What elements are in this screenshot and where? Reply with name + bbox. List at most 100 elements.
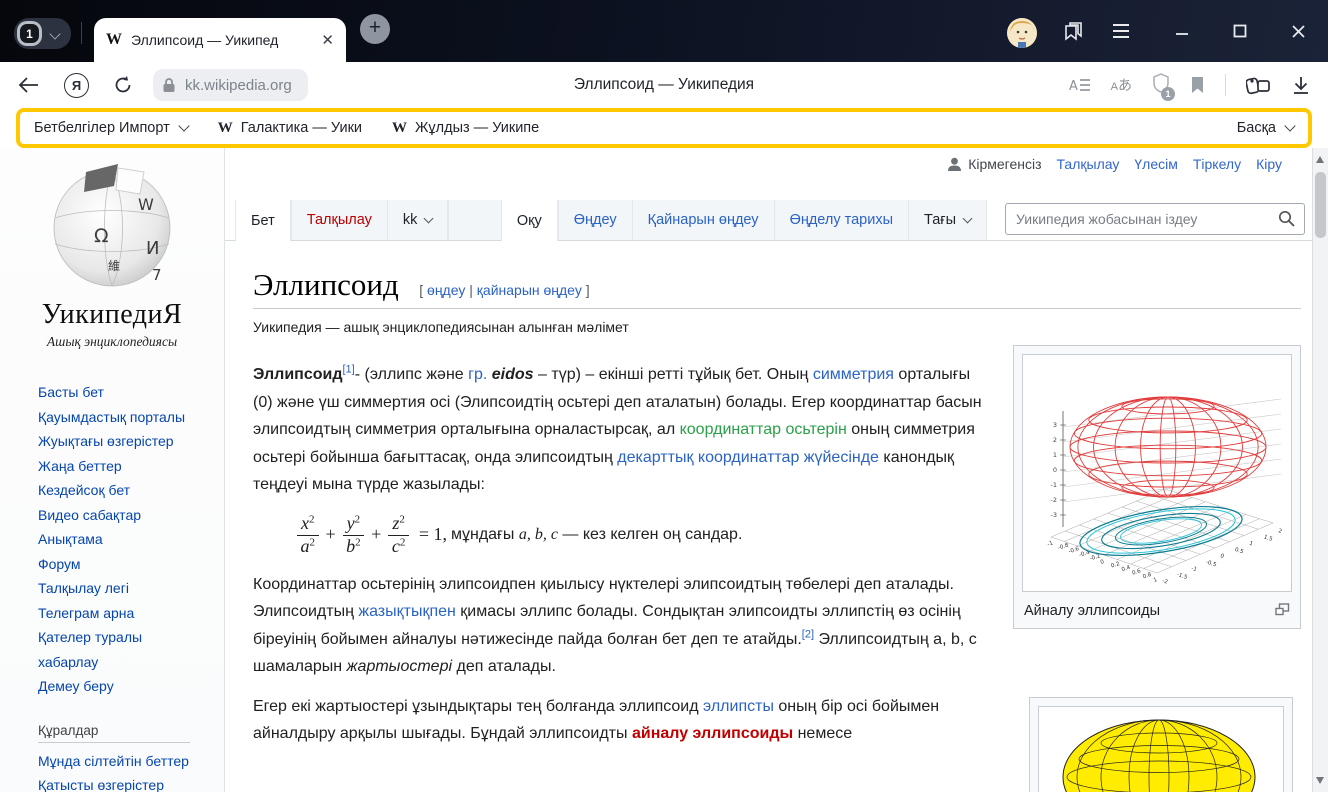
scroll-up-arrow[interactable]: [1316, 156, 1324, 163]
inline-link[interactable]: симметрия: [813, 366, 894, 383]
tab-close-icon[interactable]: ✕: [321, 33, 334, 48]
tab-edit[interactable]: Өңдеу: [558, 200, 632, 240]
inline-link[interactable]: эллипсты: [703, 698, 774, 715]
wikipedia-logo[interactable]: WΩИ維7 УикипедиЯ Ашық энциклопедиясы: [27, 160, 197, 350]
page-title: Эллипсоид — Уикипедия: [380, 76, 948, 94]
bookmark-item[interactable]: W Галактика — Уики: [218, 120, 362, 137]
tab-language-selector[interactable]: kk: [387, 200, 449, 240]
text-segment: мұндағы: [451, 526, 519, 543]
svg-text:0.4: 0.4: [1121, 565, 1132, 574]
tab-label: Тағы: [924, 212, 956, 228]
sidebar-link[interactable]: Форум: [38, 552, 200, 577]
inline-link[interactable]: [2]: [802, 628, 814, 640]
reload-button[interactable]: [113, 75, 133, 95]
username-display[interactable]: Кірмегенсіз: [947, 156, 1041, 172]
bookmarks-import-label: Бетбелгілер Импорт: [34, 120, 170, 136]
menu-icon[interactable]: [1111, 23, 1131, 39]
personal-link-talk[interactable]: Талқылау: [1057, 156, 1120, 172]
math-exp: 2: [355, 536, 361, 548]
translate-icon[interactable]: Aあ: [1111, 75, 1132, 95]
sidebar-link[interactable]: Басты бет: [38, 380, 200, 405]
reader-mode-icon[interactable]: A: [1069, 77, 1091, 94]
back-button[interactable]: [18, 77, 40, 93]
personal-link-contribs[interactable]: Үлесім: [1134, 156, 1177, 172]
sidebar-link[interactable]: Жаңа беттер: [38, 454, 200, 479]
browser-toolbar: Я kk.wikipedia.org Эллипсоид — Уикипедия…: [0, 62, 1328, 108]
tab-history[interactable]: Өңделу тарихы: [774, 200, 908, 240]
sidebar-tool-link[interactable]: Қатысты өзгерістер: [38, 773, 200, 792]
sidebar-link[interactable]: Қауымдастық порталы: [38, 405, 200, 430]
math-exp: 2: [400, 536, 406, 548]
ellipsoid-3d-plot: 3210-1-2-3-1-0.8-0.6-0.4-0.200.20.40.60.…: [1023, 355, 1291, 591]
protect-shield-icon[interactable]: 1: [1152, 73, 1170, 98]
tab-count-badge: 1: [20, 24, 39, 43]
chevron-down-icon: [49, 28, 60, 39]
tab-edit-source[interactable]: Қайнарын өңдеу: [632, 200, 774, 240]
inline-link[interactable]: [1]: [342, 364, 354, 376]
divider: [1225, 74, 1226, 96]
sidebar-link[interactable]: Видео сабақтар: [38, 503, 200, 528]
tab-talk[interactable]: Талқылау: [291, 200, 387, 240]
yandex-button[interactable]: Я: [64, 73, 89, 98]
edit-link[interactable]: өңдеу: [427, 282, 465, 298]
profile-avatar[interactable]: [1007, 18, 1037, 48]
figure-ellipsoid-plot[interactable]: 3210-1-2-3-1-0.8-0.6-0.4-0.200.20.40.60.…: [1013, 345, 1301, 629]
scroll-down-arrow[interactable]: [1316, 777, 1324, 784]
tab-read[interactable]: Оқу: [501, 200, 558, 241]
tab-more[interactable]: Тағы: [908, 200, 987, 240]
tab-page[interactable]: Бет: [235, 200, 291, 241]
sidebar-link[interactable]: Талқылау легі: [38, 576, 200, 601]
inline-link[interactable]: айналу эллипсоиды: [632, 725, 793, 742]
address-bar[interactable]: kk.wikipedia.org: [153, 69, 308, 101]
sidebar-tool-link[interactable]: Мұнда сілтейтін беттер: [38, 749, 200, 774]
sidebar-link[interactable]: Кездейсоқ бет: [38, 478, 200, 503]
sidebar-link[interactable]: Жуықтағы өзгерістер: [38, 429, 200, 454]
svg-text:0: 0: [1100, 559, 1106, 566]
text-segment: Егер екі жартыостері ұзындықтары тең бол…: [253, 698, 703, 715]
figure-caption-row: Айналу эллипсоиды: [1014, 600, 1300, 628]
side-panels-icon[interactable]: [1063, 21, 1085, 41]
logo-tagline: Ашық энциклопедиясы: [27, 334, 197, 350]
new-tab-button[interactable]: +: [360, 14, 390, 44]
figure-image[interactable]: [1038, 706, 1284, 792]
math-exp: 2: [309, 513, 315, 525]
figure-caption: Айналу эллипсоиды: [1024, 603, 1160, 619]
inline-link[interactable]: декарттық координаттар жүйесінде: [617, 449, 879, 466]
sidebar-link[interactable]: Телеграм арна: [38, 601, 200, 626]
edit-source-link[interactable]: қайнарын өңдеу: [477, 282, 582, 298]
shield-badge: 1: [1161, 87, 1175, 101]
bookmarks-more-label: Басқа: [1237, 120, 1276, 136]
figure-image[interactable]: 3210-1-2-3-1-0.8-0.6-0.4-0.200.20.40.60.…: [1022, 354, 1292, 592]
tab-list-chevron[interactable]: [42, 25, 68, 43]
search-icon[interactable]: [1278, 210, 1295, 227]
sidebar-link[interactable]: Анықтама: [38, 527, 200, 552]
text-segment: — кез келген оң сандар.: [558, 526, 742, 543]
enlarge-icon[interactable]: [1275, 603, 1290, 616]
collections-icon[interactable]: [1246, 75, 1272, 95]
inline-link[interactable]: гр.: [468, 366, 487, 383]
tab-group-counter[interactable]: 1: [14, 18, 71, 49]
scrollbar-thumb[interactable]: [1315, 172, 1326, 238]
sidebar-link[interactable]: Демеу беру: [38, 674, 200, 699]
minimize-button[interactable]: [1175, 24, 1189, 38]
bookmark-item[interactable]: W Жұлдыз — Уикипе: [392, 120, 539, 137]
browser-tab-active[interactable]: W Эллипсоид — Уикипед ✕: [94, 18, 346, 62]
personal-link-login[interactable]: Кіру: [1256, 156, 1282, 172]
bookmarks-more-button[interactable]: Басқа: [1237, 120, 1294, 136]
text-segment: Эллипсоид: [253, 366, 342, 383]
search-input[interactable]: [1005, 203, 1305, 235]
sidebar-link[interactable]: Қателер туралы хабарлау: [38, 625, 200, 674]
bookmark-flag-icon[interactable]: [1190, 76, 1205, 94]
bookmarks-import-folder[interactable]: Бетбелгілер Импорт: [34, 120, 188, 136]
figure-yellow-ellipsoid[interactable]: [1029, 697, 1293, 792]
close-button[interactable]: [1291, 24, 1306, 39]
personal-link-register[interactable]: Тіркелу: [1193, 156, 1241, 172]
maximize-button[interactable]: [1233, 24, 1247, 38]
inline-link[interactable]: жазықтықпен: [358, 603, 455, 620]
tab-spacer: [448, 200, 501, 240]
download-icon[interactable]: [1292, 76, 1310, 95]
lock-icon[interactable]: [162, 77, 176, 93]
article-title: Эллипсоид: [253, 267, 399, 302]
page-scrollbar[interactable]: [1312, 148, 1328, 792]
inline-link[interactable]: координаттар осьтерін: [680, 421, 847, 438]
